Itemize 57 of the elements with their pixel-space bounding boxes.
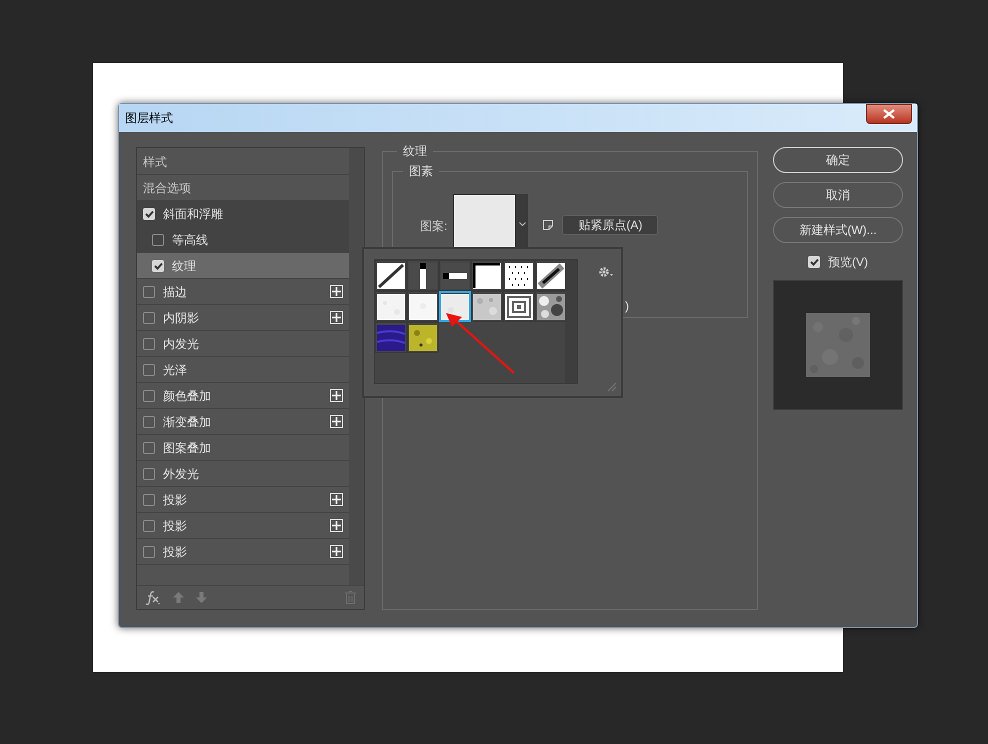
pattern-swatch[interactable] <box>439 291 471 322</box>
checkbox[interactable] <box>143 338 155 350</box>
effects-icon[interactable] <box>145 590 161 604</box>
style-list-item[interactable]: 等高线 <box>137 227 349 253</box>
add-button[interactable] <box>330 285 343 298</box>
checkbox[interactable] <box>143 364 155 376</box>
checkbox[interactable] <box>143 494 155 506</box>
resize-grip-icon[interactable] <box>607 382 617 392</box>
pattern-swatch[interactable] <box>503 260 535 291</box>
style-list-item[interactable]: 纹理 <box>137 253 349 279</box>
pattern-swatch[interactable] <box>503 291 535 322</box>
settings-icon[interactable] <box>598 266 614 278</box>
group-title: 图素 <box>403 163 439 179</box>
close-button[interactable] <box>866 104 912 124</box>
add-button[interactable] <box>330 389 343 402</box>
snap-origin-button[interactable]: 贴紧原点(A) <box>562 215 658 235</box>
add-button[interactable] <box>330 311 343 324</box>
snap-origin-icon[interactable] <box>543 220 554 230</box>
checkbox[interactable] <box>143 416 155 428</box>
preview-label: 预览(V) <box>828 256 868 268</box>
checkbox[interactable] <box>143 520 155 532</box>
pattern-swatch[interactable] <box>407 322 439 353</box>
checkbox[interactable] <box>143 208 155 220</box>
checkbox[interactable] <box>808 256 820 268</box>
pattern-label: 图案: <box>420 218 448 235</box>
pattern-swatch[interactable] <box>375 291 407 322</box>
checkbox[interactable] <box>143 442 155 454</box>
checkbox[interactable] <box>152 234 164 246</box>
pattern-swatch[interactable] <box>407 260 439 291</box>
add-button[interactable] <box>330 519 343 532</box>
chevron-icon <box>518 222 526 226</box>
pattern-swatch[interactable] <box>535 260 567 291</box>
checkbox[interactable] <box>143 546 155 558</box>
pattern-swatch[interactable] <box>439 260 471 291</box>
dialog-button[interactable]: 新建样式(W)... <box>773 217 903 243</box>
covered-text: ) <box>625 300 629 312</box>
group-title: 纹理 <box>397 143 433 159</box>
pattern-swatch[interactable] <box>535 291 567 322</box>
style-list-item[interactable]: 斜面和浮雕 <box>137 201 349 227</box>
window-title: 图层样式 <box>125 110 173 127</box>
pattern-swatch[interactable] <box>471 260 503 291</box>
add-button[interactable] <box>330 415 343 428</box>
checkbox[interactable] <box>143 312 155 324</box>
close-icon <box>883 109 895 119</box>
dialog-button[interactable]: 确定 <box>773 147 903 173</box>
pattern-swatch[interactable] <box>375 260 407 291</box>
checkbox[interactable] <box>143 286 155 298</box>
add-button[interactable] <box>330 493 343 506</box>
dialog-button[interactable]: 取消 <box>773 182 903 208</box>
pattern-swatch[interactable] <box>407 291 439 322</box>
checkbox[interactable] <box>143 468 155 480</box>
pattern-swatch[interactable] <box>471 291 503 322</box>
checkbox[interactable] <box>152 260 164 272</box>
pattern-swatch[interactable] <box>375 322 407 353</box>
add-button[interactable] <box>330 545 343 558</box>
annotation-arrow <box>444 311 516 375</box>
checkbox[interactable] <box>143 390 155 402</box>
